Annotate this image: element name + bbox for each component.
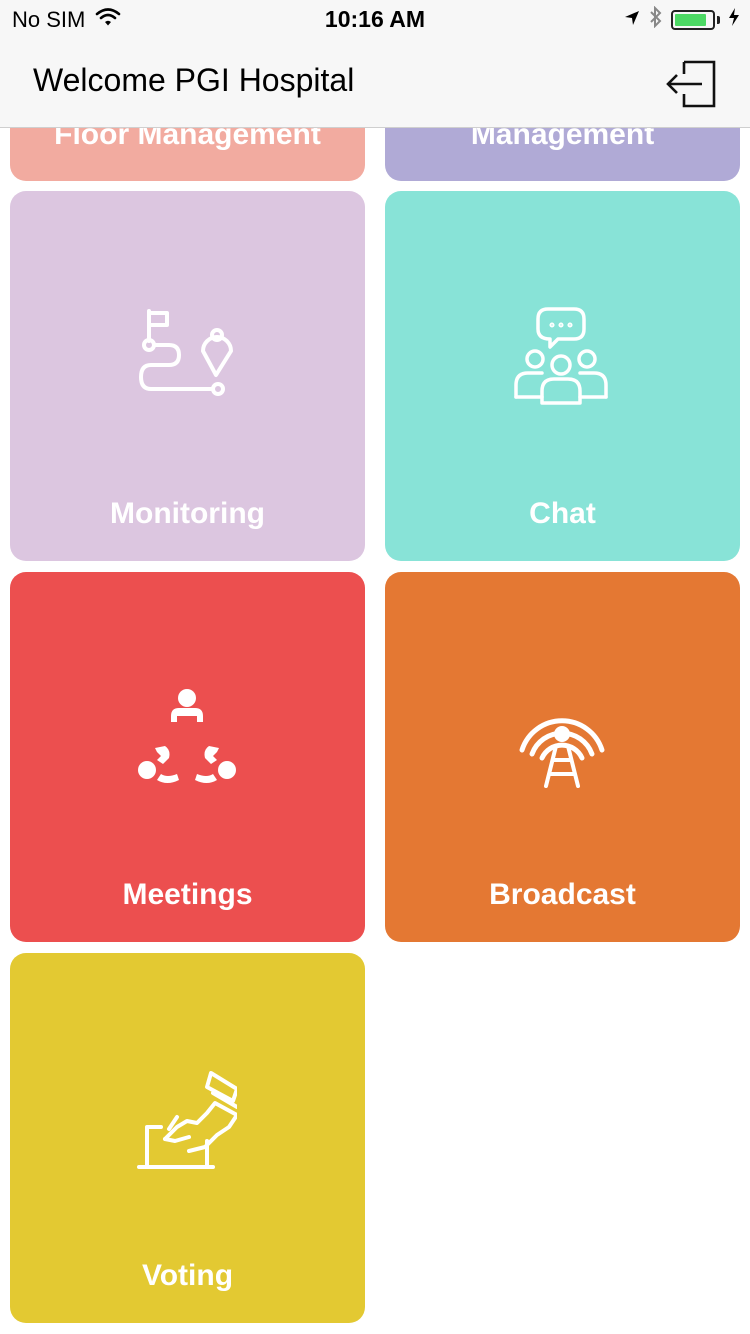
tile-label: Voting xyxy=(141,1259,234,1292)
charging-bolt-icon xyxy=(728,7,740,33)
battery-icon xyxy=(671,10,715,30)
bluetooth-icon xyxy=(649,5,663,34)
page-title: Welcome PGI Hospital xyxy=(33,62,355,98)
route-map-pin-icon xyxy=(139,309,233,396)
tile-label: Broadcast xyxy=(489,878,636,911)
tile-meetings[interactable]: Meetings xyxy=(10,572,365,942)
meeting-group-icon xyxy=(138,689,236,783)
location-arrow-icon xyxy=(623,7,641,33)
status-bar: No SIM 10:16 AM xyxy=(0,0,750,40)
tile-label: Monitoring xyxy=(110,497,265,530)
nav-bar: Welcome PGI Hospital xyxy=(0,40,750,128)
tile-label: Meetings xyxy=(122,878,253,911)
tile-label: Chat xyxy=(529,497,596,530)
battery-fill xyxy=(675,14,706,26)
broadcast-tower-icon xyxy=(519,718,605,788)
status-right xyxy=(623,5,740,34)
logout-button[interactable] xyxy=(664,56,720,112)
tile-voting[interactable]: Voting xyxy=(10,953,365,1323)
tile-broadcast[interactable]: Broadcast xyxy=(385,572,740,942)
ballot-box-icon xyxy=(137,1071,237,1169)
group-chat-icon xyxy=(514,307,608,405)
battery-tip xyxy=(717,16,720,24)
tile-monitoring[interactable]: Monitoring xyxy=(10,191,365,561)
logout-icon xyxy=(666,60,716,108)
tile-chat[interactable]: Chat xyxy=(385,191,740,561)
